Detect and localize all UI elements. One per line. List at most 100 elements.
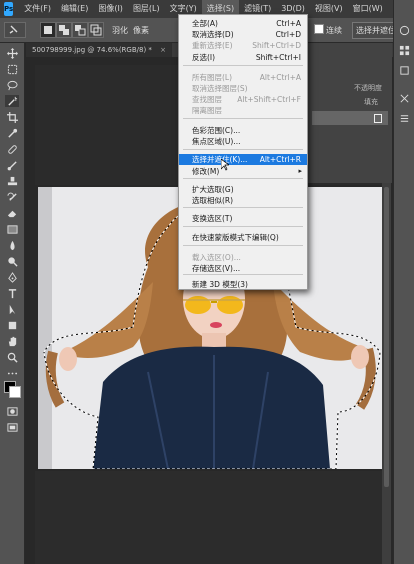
menu-item-label: 查找图层 (192, 95, 222, 104)
opacity-label: 不透明度 (354, 84, 382, 92)
menu-item-label: 选取相似(R) (192, 196, 234, 205)
menu-item[interactable]: 取消选择(D) Ctrl+D (179, 29, 307, 40)
select-menu-dropdown: 全部(A) Ctrl+A 取消选择(D) Ctrl+D 重新选择(E) Shift+Ctr… (178, 14, 308, 290)
menu-item: 重新选择(E) Shift+Ctrl+D (179, 40, 307, 51)
properties-panel-icon[interactable] (398, 112, 411, 125)
menu-item: 载入选区(O)... (179, 252, 307, 263)
menu-item[interactable]: 焦点区域(U)... (179, 136, 307, 147)
document-tab-title: 500798999.jpg @ 74.6%(RGB/8) * (32, 46, 152, 54)
rectangle-tool-icon[interactable] (5, 319, 19, 331)
color-panel-icon[interactable] (398, 24, 411, 37)
history-brush-icon[interactable] (5, 191, 19, 203)
menu-edit[interactable]: 编辑(E) (56, 0, 93, 18)
brush-tool-icon[interactable] (5, 159, 19, 171)
menu-separator (183, 118, 303, 119)
menu-item-label: 所有图层(L) (192, 73, 233, 82)
menu-item[interactable]: 色彩范围(C)... (179, 125, 307, 136)
menu-item[interactable]: 全部(A) Ctrl+A (179, 18, 307, 29)
add-to-selection-button[interactable] (56, 22, 72, 38)
menu-image[interactable]: 图像(I) (93, 0, 128, 18)
menu-window[interactable]: 窗口(W) (348, 0, 388, 18)
menu-item-label: 取消选择(D) (192, 30, 234, 39)
menu-item: 查找图层 Alt+Shift+Ctrl+F (179, 94, 307, 105)
tool-preset-picker[interactable] (4, 22, 26, 38)
intersect-selection-button[interactable] (88, 22, 104, 38)
menu-item-label: 焦点区域(U)... (192, 137, 241, 146)
pen-tool-icon[interactable] (5, 271, 19, 283)
new-selection-button[interactable] (40, 22, 56, 38)
menu-item-label: 色彩范围(C)... (192, 126, 241, 135)
menu-item[interactable]: 扩大选取(G) (179, 184, 307, 195)
move-tool-icon[interactable] (5, 47, 19, 59)
menu-item[interactable]: 修改(M) ▸ (179, 166, 307, 177)
menu-item-shortcut: Ctrl+D (275, 30, 301, 39)
menu-item-shortcut: Ctrl+A (276, 19, 301, 28)
more-tools-icon[interactable] (5, 367, 19, 379)
right-panel-dock (393, 0, 414, 564)
quick-mask-icon[interactable] (5, 405, 19, 417)
menu-item[interactable]: 在快速蒙版模式下编辑(Q) (179, 232, 307, 243)
eraser-tool-icon[interactable] (5, 207, 19, 219)
menu-separator (183, 245, 303, 246)
menu-item[interactable]: 存储选区(V)... (179, 263, 307, 274)
photoshop-logo: Ps (4, 2, 14, 16)
hand-tool-icon[interactable] (5, 335, 19, 347)
layers-panel: 不透明度 填充 (307, 43, 392, 183)
menu-item-label: 扩大选取(G) (192, 185, 234, 194)
close-tab-icon[interactable]: × (160, 46, 166, 54)
lasso-tool-icon[interactable] (5, 79, 19, 91)
libraries-panel-icon[interactable] (398, 64, 411, 77)
menu-separator (183, 274, 303, 275)
menu-item-label: 全部(A) (192, 19, 218, 28)
menu-item[interactable]: 变换选区(T) (179, 213, 307, 224)
menu-item[interactable]: 选取相似(R) (179, 195, 307, 206)
menu-item-shortcut: Alt+Shift+Ctrl+F (237, 95, 301, 104)
layer-row[interactable] (312, 111, 388, 125)
mouse-cursor-icon (220, 156, 231, 175)
menu-item-label: 修改(M) (192, 167, 220, 176)
zoom-tool-icon[interactable] (5, 351, 19, 363)
screen-mode-icon[interactable] (5, 421, 19, 433)
healing-brush-icon[interactable] (5, 143, 19, 155)
adjustments-panel-icon[interactable] (398, 92, 411, 105)
submenu-arrow-icon: ▸ (298, 167, 302, 175)
contiguous-checkbox[interactable] (314, 24, 324, 34)
menu-item-shortcut: Shift+Ctrl+D (252, 41, 301, 50)
menu-item-label: 取消选择图层(S) (192, 84, 248, 93)
document-tab[interactable]: 500798999.jpg @ 74.6%(RGB/8) * × (26, 43, 173, 57)
menu-item-label: 变换选区(T) (192, 214, 233, 223)
toolbox (0, 43, 25, 564)
menu-item-label: 重新选择(E) (192, 41, 233, 50)
menu-item[interactable]: 反选(I) Shift+Ctrl+I (179, 52, 307, 63)
background-color-swatch[interactable] (9, 386, 21, 398)
fill-label: 填充 (364, 98, 378, 106)
menu-item[interactable]: 选择并遮住(K)... Alt+Ctrl+R (179, 154, 307, 165)
magic-wand-tool-icon[interactable] (5, 95, 19, 107)
menu-separator (183, 65, 303, 66)
eyedropper-tool-icon[interactable] (5, 127, 19, 139)
marquee-tool-icon[interactable] (5, 63, 19, 75)
menu-view[interactable]: 视图(V) (310, 0, 348, 18)
stamp-tool-icon[interactable] (5, 175, 19, 187)
contiguous-label: 连续 (326, 26, 342, 35)
dodge-tool-icon[interactable] (5, 255, 19, 267)
crop-tool-icon[interactable] (5, 111, 19, 123)
menu-separator (183, 149, 303, 150)
menu-item-shortcut: Shift+Ctrl+I (255, 53, 301, 62)
feather-label: 羽化 (112, 26, 128, 35)
canvas-pasteboard-bottom (35, 471, 383, 564)
blur-tool-icon[interactable] (5, 239, 19, 251)
menu-item[interactable]: 新建 3D 模型(3) (179, 279, 307, 290)
scrollbar-thumb[interactable] (384, 187, 389, 487)
menu-item-label: 载入选区(O)... (192, 253, 241, 262)
gradient-tool-icon[interactable] (5, 223, 19, 235)
menu-layer[interactable]: 图层(L) (128, 0, 165, 18)
menu-item: 所有图层(L) Alt+Ctrl+A (179, 72, 307, 83)
path-selection-icon[interactable] (5, 303, 19, 315)
swatches-panel-icon[interactable] (398, 44, 411, 57)
menu-separator (183, 178, 303, 179)
menu-item-label: 隔离图层 (192, 106, 222, 115)
menu-file[interactable]: 文件(F) (19, 0, 56, 18)
type-tool-icon[interactable] (5, 287, 19, 299)
subtract-from-selection-button[interactable] (72, 22, 88, 38)
